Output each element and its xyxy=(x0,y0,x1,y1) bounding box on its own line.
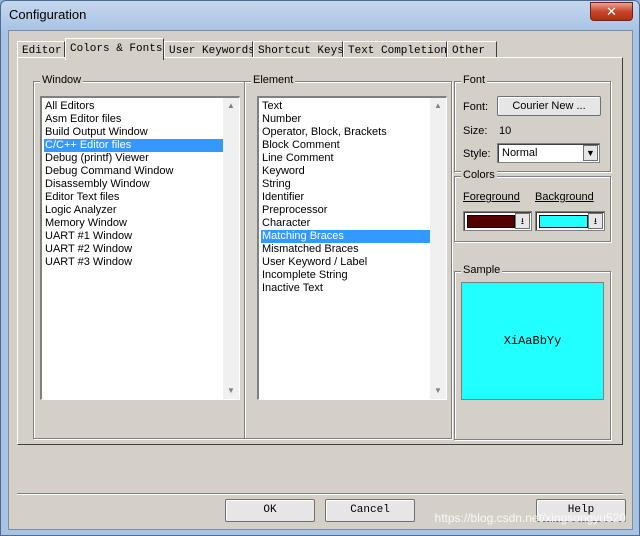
window-list-item[interactable]: Logic Analyzer xyxy=(44,204,239,217)
scroll-up-arrow-icon[interactable]: ▲ xyxy=(223,98,239,114)
tab-label: Other xyxy=(452,45,486,57)
tab-label: Shortcut Keys xyxy=(258,45,344,57)
element-list: Text Number Operator, Block, Brackets Block… xyxy=(259,98,446,295)
window-list-item[interactable]: UART #3 Window xyxy=(44,256,239,269)
window-list-item[interactable]: Disassembly Window xyxy=(44,178,239,191)
window-group: Window All Editors Asm Editor files Build … xyxy=(33,74,245,439)
window-list-item[interactable]: UART #1 Window xyxy=(44,230,239,243)
style-label: Style: xyxy=(463,148,491,160)
element-list-item[interactable]: Operator, Block, Brackets xyxy=(261,126,446,139)
configuration-dialog: Configuration ✕ Editor Colors & Fonts Us… xyxy=(0,0,640,536)
download-arrow-icon[interactable]: ⭳ xyxy=(588,213,603,229)
element-list-item[interactable]: User Keyword / Label xyxy=(261,256,446,269)
element-list-item[interactable]: Identifier xyxy=(261,191,446,204)
button-separator xyxy=(17,493,623,495)
size-label: Size: xyxy=(463,125,488,137)
window-list-item[interactable]: Editor Text files xyxy=(44,191,239,204)
window-group-label: Window xyxy=(40,74,84,86)
element-list-item[interactable]: Number xyxy=(261,113,446,126)
element-list-item[interactable]: Matching Braces xyxy=(261,230,446,243)
foreground-color-swatch xyxy=(467,215,515,228)
window-list-item[interactable]: C/C++ Editor files xyxy=(44,139,239,152)
colors-group-label: Colors xyxy=(461,169,497,181)
foreground-label: Foreground xyxy=(463,191,520,203)
font-group-label: Font xyxy=(461,74,488,86)
background-color-picker[interactable]: ⭳ xyxy=(535,211,605,231)
style-dropdown[interactable]: Normal ▼ xyxy=(497,143,600,163)
sample-group: Sample XiAaBbYy xyxy=(454,264,611,440)
tab-colors-fonts[interactable]: Colors & Fonts xyxy=(65,38,164,60)
cancel-button[interactable]: Cancel xyxy=(325,499,415,522)
foreground-color-picker[interactable]: ⭳ xyxy=(463,211,532,231)
colors-group: Colors Foreground Background ⭳ ⭳ xyxy=(454,169,611,242)
element-scrollbar[interactable]: ▲ ▼ xyxy=(430,98,446,399)
dialog-client-area: Editor Colors & Fonts User Keywords Shor… xyxy=(8,30,633,530)
sample-preview: XiAaBbYy xyxy=(461,282,604,400)
element-list-item[interactable]: Keyword xyxy=(261,165,446,178)
tab-label: User Keywords xyxy=(169,45,255,57)
tab-label: Editor xyxy=(22,45,62,57)
style-value: Normal xyxy=(502,147,538,159)
element-list-item[interactable]: Preprocessor xyxy=(261,204,446,217)
element-list-item[interactable]: Incomplete String xyxy=(261,269,446,282)
element-list-item[interactable]: Inactive Text xyxy=(261,282,446,295)
background-color-swatch xyxy=(539,215,588,228)
window-listbox[interactable]: All Editors Asm Editor files Build Output … xyxy=(40,96,240,400)
window-list-item[interactable]: All Editors xyxy=(44,100,239,113)
element-list-item[interactable]: Line Comment xyxy=(261,152,446,165)
element-listbox[interactable]: Text Number Operator, Block, Brackets Block… xyxy=(257,96,447,400)
element-group: Element Text Number Operator, Block, Brack… xyxy=(244,74,452,439)
font-select-button[interactable]: Courier New ... xyxy=(497,96,601,116)
element-list-item[interactable]: Character xyxy=(261,217,446,230)
chevron-down-icon[interactable]: ▼ xyxy=(583,145,598,161)
scroll-up-arrow-icon[interactable]: ▲ xyxy=(430,98,446,114)
element-list-item[interactable]: Text xyxy=(261,100,446,113)
background-label: Background xyxy=(535,191,594,203)
window-scrollbar[interactable]: ▲ ▼ xyxy=(223,98,239,399)
window-list-item[interactable]: Debug (printf) Viewer xyxy=(44,152,239,165)
colors-fonts-panel: Window All Editors Asm Editor files Build … xyxy=(17,57,623,445)
ok-button[interactable]: OK xyxy=(225,499,315,522)
window-list-item[interactable]: Asm Editor files xyxy=(44,113,239,126)
title-bar[interactable]: Configuration ✕ xyxy=(1,1,639,29)
window-list-item[interactable]: Debug Command Window xyxy=(44,165,239,178)
scroll-down-arrow-icon[interactable]: ▼ xyxy=(430,383,446,399)
tab-label: Text Completion xyxy=(348,45,448,57)
scroll-down-arrow-icon[interactable]: ▼ xyxy=(223,383,239,399)
font-label: Font: xyxy=(463,101,489,113)
close-button[interactable]: ✕ xyxy=(590,2,633,21)
window-list: All Editors Asm Editor files Build Output … xyxy=(42,98,239,269)
window-list-item[interactable]: UART #2 Window xyxy=(44,243,239,256)
window-list-item[interactable]: Memory Window xyxy=(44,217,239,230)
font-group: Font Font: Courier New ... Size: 10 Styl… xyxy=(454,74,611,172)
element-group-label: Element xyxy=(251,74,296,86)
sample-group-label: Sample xyxy=(461,264,503,276)
window-title: Configuration xyxy=(9,7,87,22)
size-value: 10 xyxy=(499,125,512,137)
element-list-item[interactable]: String xyxy=(261,178,446,191)
close-icon: ✕ xyxy=(606,4,617,19)
tab-label: Colors & Fonts xyxy=(70,43,163,55)
element-list-item[interactable]: Mismatched Braces xyxy=(261,243,446,256)
watermark: https://blog.csdn.net/xingsongyu520 xyxy=(434,511,626,525)
window-list-item[interactable]: Build Output Window xyxy=(44,126,239,139)
download-arrow-icon[interactable]: ⭳ xyxy=(515,213,530,229)
element-list-item[interactable]: Block Comment xyxy=(261,139,446,152)
